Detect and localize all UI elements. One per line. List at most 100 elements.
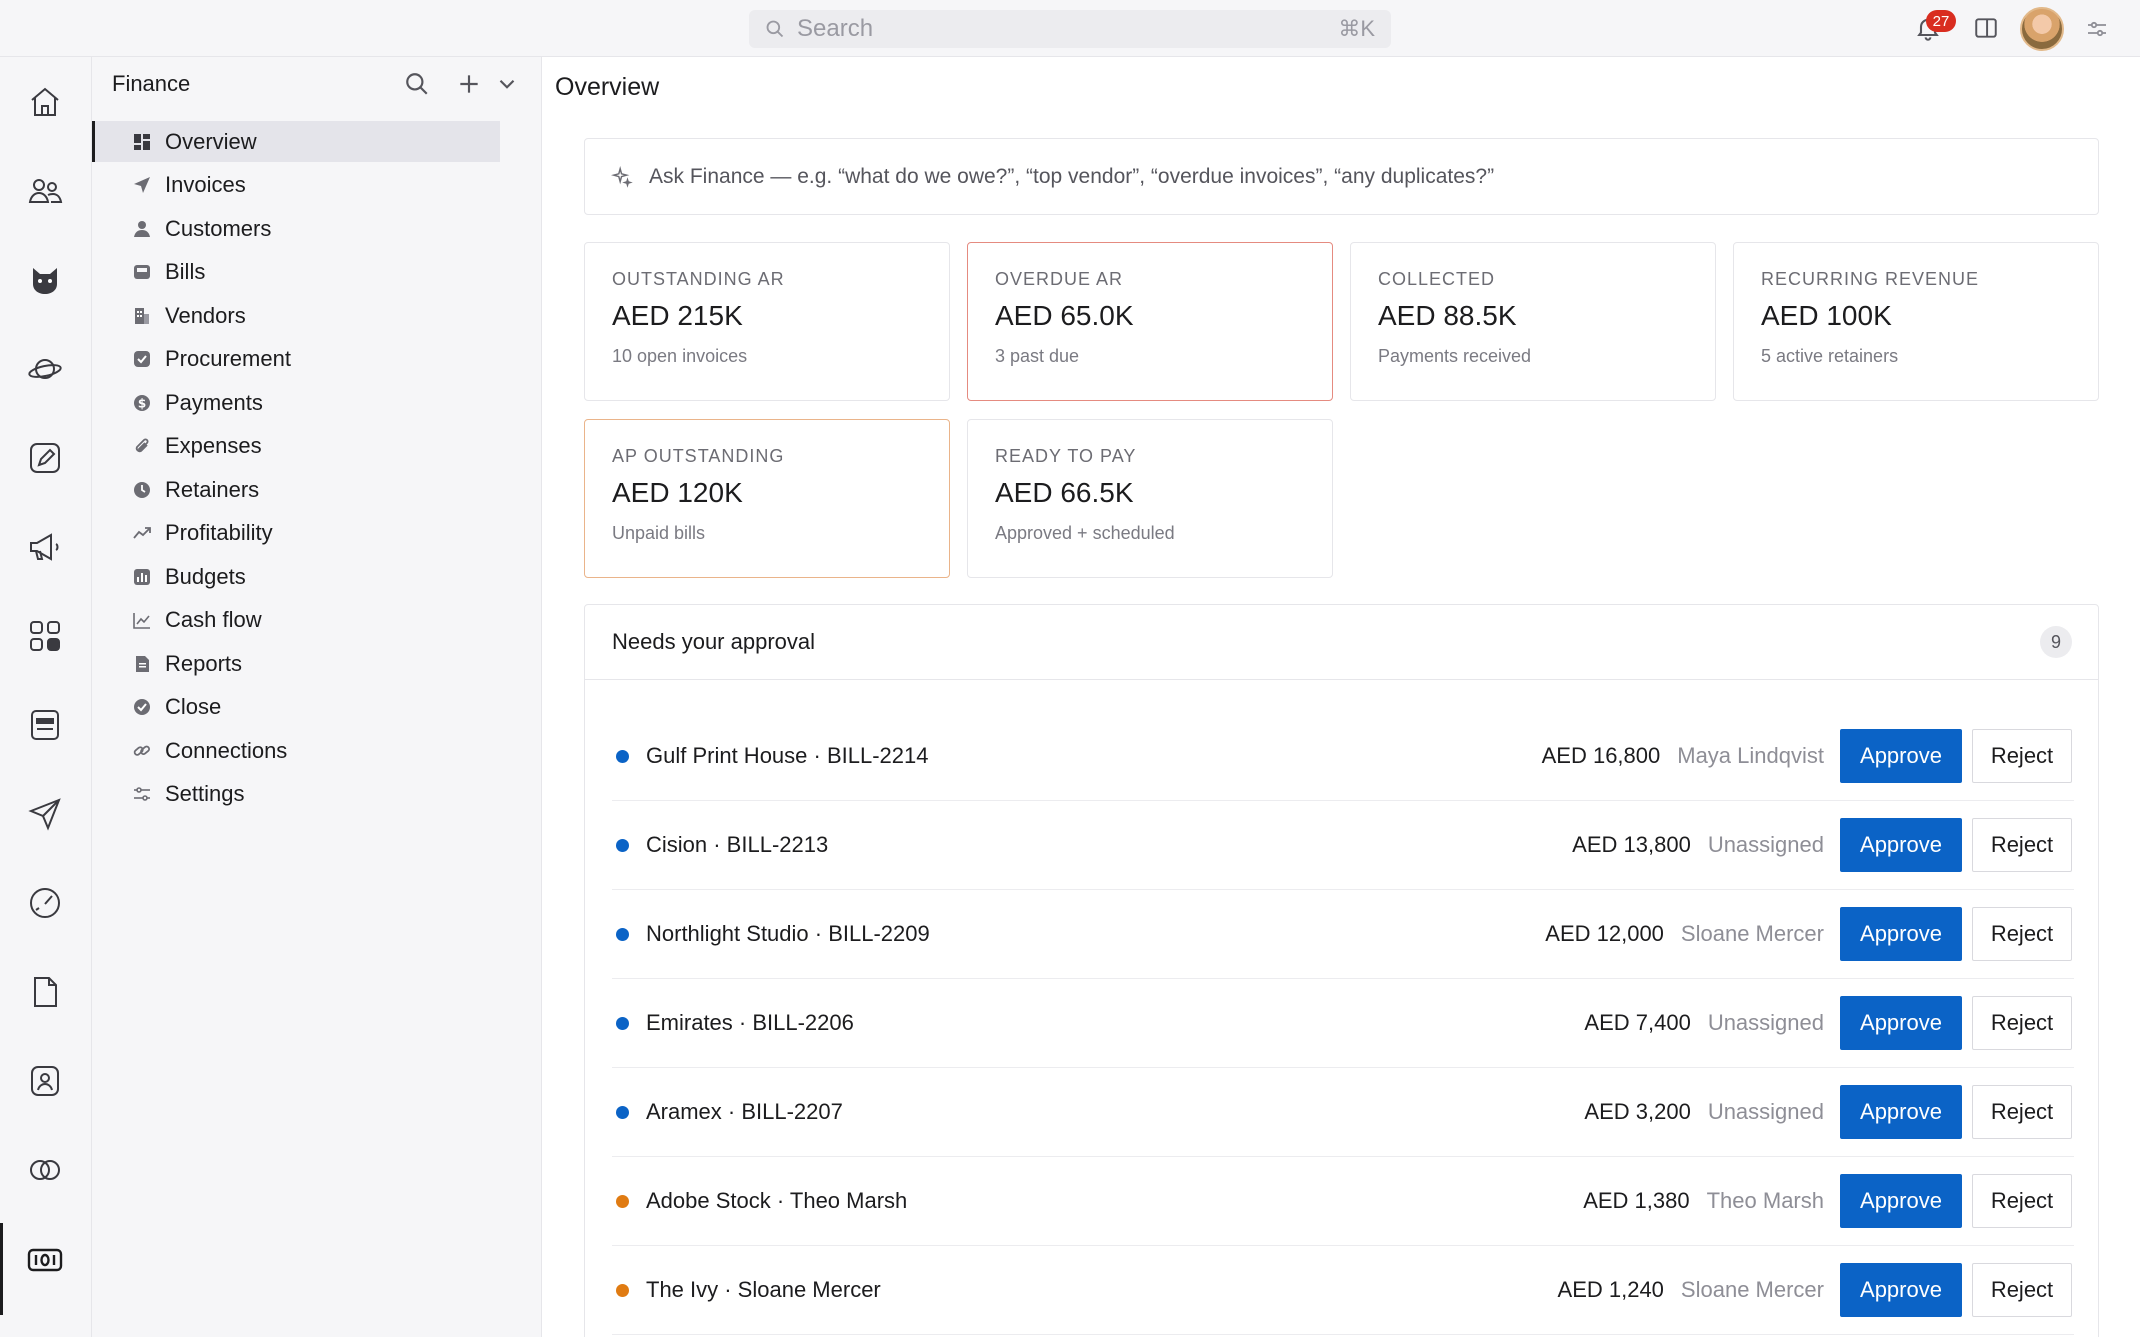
- approve-button[interactable]: Approve: [1840, 729, 1962, 783]
- contact-icon[interactable]: [22, 1058, 68, 1104]
- approvals-header: Needs your approval 9: [585, 605, 2098, 680]
- planet-icon[interactable]: [22, 346, 68, 392]
- approval-assignee: Theo Marsh: [1706, 1188, 1824, 1213]
- reject-button[interactable]: Reject: [1972, 729, 2072, 783]
- nav-item-label: Retainers: [165, 476, 260, 502]
- approval-title: Adobe Stock · Theo Marsh: [646, 1188, 908, 1213]
- approval-assignee: Unassigned: [1707, 832, 1824, 857]
- approval-amount: AED 13,800: [1572, 832, 1691, 857]
- search-icon[interactable]: [404, 71, 430, 97]
- nav-item-overview[interactable]: Overview: [92, 121, 500, 162]
- global-search[interactable]: Search ⌘K: [749, 10, 1391, 48]
- card-value: AED 66.5K: [995, 477, 1134, 508]
- approval-assignee: Maya Lindqvist: [1677, 743, 1824, 768]
- rings-icon[interactable]: [22, 1147, 68, 1193]
- link-icon: [132, 741, 152, 761]
- reject-button[interactable]: Reject: [1972, 1263, 2072, 1317]
- sliders-icon: [132, 784, 152, 804]
- nav-item-procurement[interactable]: Procurement: [92, 339, 500, 380]
- nav-item-label: Profitability: [165, 520, 273, 545]
- pen-icon[interactable]: [22, 435, 68, 481]
- metric-card-outstanding-ar[interactable]: OUTSTANDING AR AED 215K 10 open invoices: [584, 242, 950, 401]
- approval-assignee: Unassigned: [1707, 1010, 1824, 1035]
- approve-button[interactable]: Approve: [1840, 1174, 1962, 1228]
- metric-card-ap-outstanding[interactable]: AP OUTSTANDING AED 120K Unpaid bills: [584, 419, 950, 578]
- nav-item-invoices[interactable]: Invoices: [92, 165, 500, 206]
- reject-button[interactable]: Reject: [1972, 818, 2072, 872]
- ask-finance-input[interactable]: Ask Finance — e.g. “what do we owe?”, “t…: [584, 138, 2099, 215]
- sliders-icon[interactable]: [2085, 17, 2109, 41]
- approve-button[interactable]: Approve: [1840, 996, 1962, 1050]
- avatar[interactable]: [2020, 7, 2064, 51]
- finance-icon[interactable]: [22, 1237, 68, 1283]
- metric-card-recurring-revenue[interactable]: RECURRING REVENUE AED 100K 5 active reta…: [1733, 242, 2099, 401]
- reject-button[interactable]: Reject: [1972, 1174, 2072, 1228]
- card-subtitle: 5 active retainers: [1761, 346, 1899, 366]
- approval-row[interactable]: Aramex · BILL-2207 AED 3,200 Unassigned App…: [612, 1068, 2074, 1157]
- nav-item-settings[interactable]: Settings: [92, 774, 500, 815]
- approval-row[interactable]: Adobe Stock · Theo Marsh AED 1,380 Theo Ma…: [612, 1157, 2074, 1246]
- chevron-down-icon[interactable]: [494, 71, 520, 97]
- status-dot: [616, 1194, 629, 1208]
- metric-card-overdue-ar[interactable]: OVERDUE AR AED 65.0K 3 past due: [967, 242, 1333, 401]
- approve-button[interactable]: Approve: [1840, 1085, 1962, 1139]
- nav-item-label: Payments: [165, 389, 263, 415]
- nav-item-payments[interactable]: $ Payments: [92, 382, 500, 423]
- panel-icon[interactable]: [1973, 15, 1999, 41]
- card-label: OVERDUE AR: [995, 269, 1124, 289]
- approve-button[interactable]: Approve: [1840, 907, 1962, 961]
- person-icon: [132, 219, 152, 239]
- grid-icon[interactable]: [22, 613, 68, 659]
- document-icon[interactable]: [22, 969, 68, 1015]
- nav-item-profitability[interactable]: Profitability: [92, 513, 500, 554]
- dollar-icon: $: [132, 393, 152, 413]
- people-icon[interactable]: [22, 168, 68, 214]
- inbox-icon[interactable]: [22, 702, 68, 748]
- status-dot: [616, 749, 629, 763]
- nav-item-customers[interactable]: Customers: [92, 208, 500, 249]
- nav-item-connections[interactable]: Connections: [92, 730, 500, 771]
- nav-item-label: Procurement: [165, 346, 291, 371]
- approvals-count: 9: [2040, 626, 2072, 658]
- check-circle-icon: [132, 697, 152, 717]
- nav-item-budgets[interactable]: Budgets: [92, 556, 500, 597]
- approval-title: Gulf Print House · BILL-2214: [646, 743, 929, 768]
- approval-row[interactable]: Emirates · BILL-2206 AED 7,400 Unassigned A…: [612, 979, 2074, 1068]
- check-square-icon: [132, 349, 152, 369]
- gauge-icon[interactable]: [22, 880, 68, 926]
- nav-item-retainers[interactable]: Retainers: [92, 469, 500, 510]
- approval-title: Aramex · BILL-2207: [646, 1099, 843, 1124]
- approval-row[interactable]: Gulf Print House · BILL-2214 AED 16,800 Ma…: [612, 712, 2074, 801]
- search-icon: [766, 20, 784, 38]
- metric-card-ready-to-pay[interactable]: READY TO PAY AED 66.5K Approved + schedu…: [967, 419, 1333, 578]
- approval-amount: AED 1,380: [1583, 1188, 1690, 1213]
- search-shortcut: ⌘K: [1338, 16, 1375, 41]
- send-icon[interactable]: [22, 791, 68, 837]
- approval-row[interactable]: The Ivy · Sloane Mercer AED 1,240 Sloane M…: [612, 1246, 2074, 1335]
- card-subtitle: Approved + scheduled: [995, 523, 1175, 543]
- home-icon[interactable]: [22, 79, 68, 125]
- cat-icon[interactable]: [22, 257, 68, 303]
- reject-button[interactable]: Reject: [1972, 907, 2072, 961]
- approval-row[interactable]: Northlight Studio · BILL-2209 AED 12,000 S…: [612, 890, 2074, 979]
- nav-item-bills[interactable]: Bills: [92, 252, 500, 293]
- approvals-panel: Needs your approval 9 Gulf Print House ·…: [584, 604, 2099, 1337]
- megaphone-icon[interactable]: [22, 524, 68, 570]
- approval-row[interactable]: Cision · BILL-2213 AED 13,800 Unassigned Ap…: [612, 801, 2074, 890]
- building-icon: [132, 306, 152, 326]
- nav-item-reports[interactable]: Reports: [92, 643, 500, 684]
- card-label: AP OUTSTANDING: [612, 446, 785, 466]
- send-icon: [132, 175, 152, 195]
- nav-item-vendors[interactable]: Vendors: [92, 295, 500, 336]
- nav-item-cash-flow[interactable]: Cash flow: [92, 600, 500, 641]
- approve-button[interactable]: Approve: [1840, 1263, 1962, 1317]
- nav-item-close[interactable]: Close: [92, 687, 500, 728]
- metric-card-collected[interactable]: COLLECTED AED 88.5K Payments received: [1350, 242, 1716, 401]
- nav-item-expenses[interactable]: Expenses: [92, 426, 500, 467]
- add-icon[interactable]: [456, 71, 482, 97]
- approve-button[interactable]: Approve: [1840, 818, 1962, 872]
- approval-assignee: Sloane Mercer: [1680, 921, 1824, 946]
- reject-button[interactable]: Reject: [1972, 996, 2072, 1050]
- status-dot: [616, 927, 629, 941]
- reject-button[interactable]: Reject: [1972, 1085, 2072, 1139]
